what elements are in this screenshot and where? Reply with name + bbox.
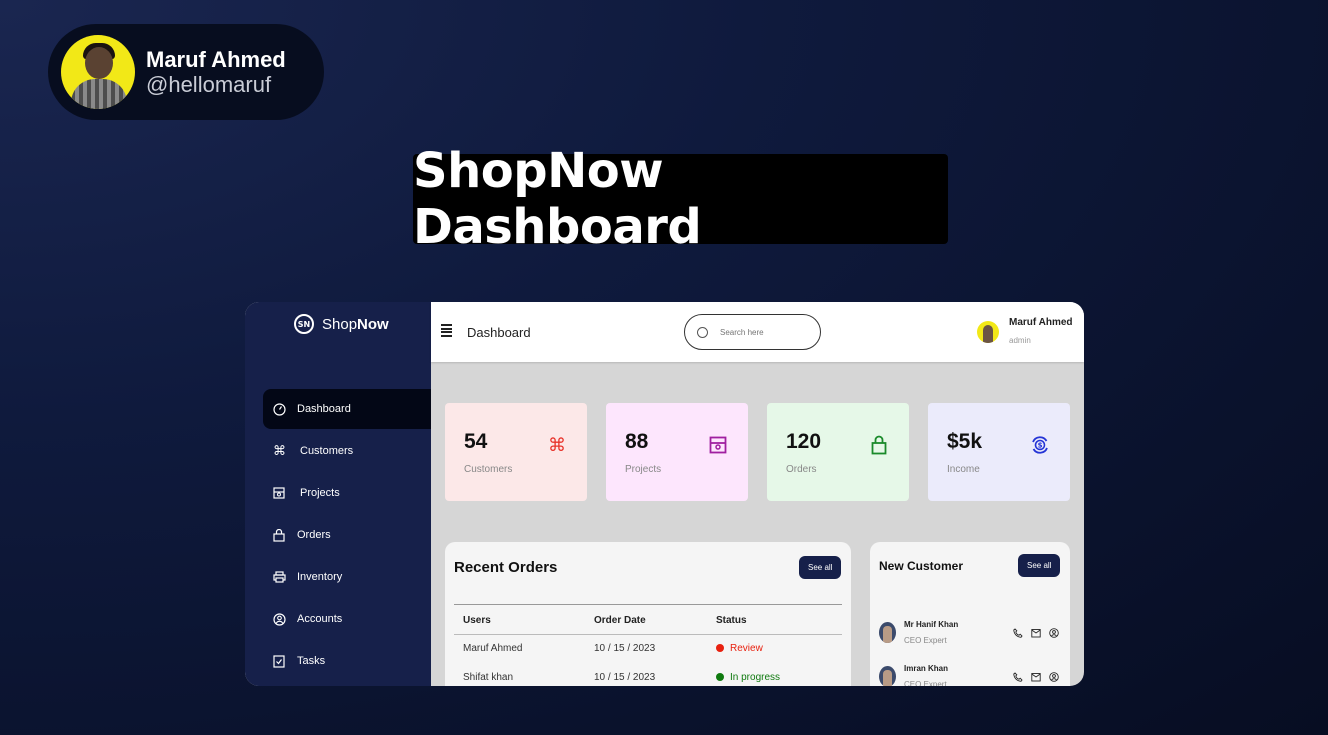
topbar: Dashboard Maruf Ahmed admin — [431, 302, 1084, 362]
user-circle-icon[interactable] — [1049, 672, 1059, 682]
avatar[interactable] — [977, 321, 999, 343]
sidebar-item-customers[interactable]: ⌘ Customers — [263, 431, 431, 471]
table-row[interactable]: Shifat khan 10 / 15 / 2023 In progress — [454, 664, 842, 686]
sidebar-item-tasks[interactable]: Tasks — [263, 641, 431, 681]
command-icon: ⌘ — [548, 434, 566, 456]
status-text: Review — [730, 643, 763, 654]
stat-value: 120 — [786, 430, 822, 453]
customer-name: Mr Hanif Khan — [904, 620, 959, 629]
stat-label: Projects — [625, 464, 662, 475]
search-input[interactable] — [720, 327, 810, 337]
user-circle-icon[interactable] — [1049, 628, 1059, 638]
avatar — [879, 622, 896, 643]
phone-icon[interactable] — [1013, 672, 1023, 682]
project-icon — [708, 434, 728, 456]
status-text: In progress — [730, 672, 781, 683]
bag-icon — [273, 528, 297, 542]
sidebar-item-label: Accounts — [297, 613, 343, 625]
column-header: Order Date — [594, 615, 646, 626]
table-row[interactable]: Maruf Ahmed 10 / 15 / 2023 Review — [454, 635, 842, 663]
sidebar: SN ShopNow Dashboard ⌘ Customers Project… — [245, 302, 431, 686]
brand-mark-icon: SN — [294, 314, 314, 334]
user-role: admin — [1009, 336, 1031, 345]
status-dot — [716, 673, 724, 681]
sidebar-nav: Dashboard ⌘ Customers Projects Orders In… — [263, 389, 431, 683]
search-box[interactable] — [684, 314, 821, 350]
mail-icon[interactable] — [1031, 628, 1041, 638]
hamburger-menu-icon[interactable] — [441, 324, 452, 337]
cell-date: 10 / 15 / 2023 — [594, 643, 656, 654]
sidebar-item-label: Dashboard — [297, 403, 351, 415]
cell-user: Shifat khan — [463, 672, 514, 683]
status-badge: Review — [716, 643, 763, 654]
gauge-icon — [273, 402, 297, 416]
stat-value: 88 — [625, 430, 649, 453]
author-handle: @hellomaruf — [146, 72, 272, 97]
list-item[interactable]: Imran Khan CEO Expert — [879, 664, 1064, 686]
stat-card-customers[interactable]: 54 Customers ⌘ — [445, 403, 587, 501]
stat-label: Income — [947, 464, 980, 475]
sidebar-item-label: Projects — [300, 487, 340, 499]
sidebar-item-accounts[interactable]: Accounts — [263, 599, 431, 639]
sidebar-item-dashboard[interactable]: Dashboard — [263, 389, 431, 429]
brand-suffix: Now — [357, 315, 389, 333]
customer-role: CEO Expert — [904, 680, 947, 686]
stat-label: Customers — [464, 464, 513, 475]
phone-icon[interactable] — [1013, 628, 1023, 638]
search-icon — [697, 326, 708, 338]
panel-title: Recent Orders — [454, 559, 558, 576]
user-circle-icon — [273, 612, 297, 626]
project-icon — [273, 487, 300, 499]
cell-date: 10 / 15 / 2023 — [594, 672, 656, 683]
sidebar-item-orders[interactable]: Orders — [263, 515, 431, 555]
panel-title: New Customer — [879, 559, 964, 573]
column-header: Users — [463, 615, 491, 626]
status-badge: In progress — [716, 672, 780, 683]
user-name: Maruf Ahmed — [1009, 317, 1073, 328]
brand-prefix: Shop — [322, 315, 358, 333]
printer-icon — [273, 571, 297, 583]
sidebar-item-label: Customers — [300, 445, 354, 457]
recent-orders-panel: Recent Orders See all Users Order Date S… — [445, 542, 851, 686]
sidebar-item-label: Inventory — [297, 571, 343, 583]
headline-text: ShopNow Dashboard — [413, 143, 702, 255]
headline-banner: ShopNow Dashboard — [413, 143, 948, 255]
brand-logo[interactable]: SN ShopNow — [294, 314, 389, 334]
author-avatar — [61, 35, 135, 109]
sidebar-item-projects[interactable]: Projects — [263, 473, 431, 513]
new-customer-panel: New Customer See all Mr Hanif Khan CEO E… — [870, 542, 1070, 686]
mail-icon[interactable] — [1031, 672, 1041, 682]
command-icon: ⌘ — [273, 443, 286, 458]
stat-value: $5k — [947, 430, 983, 453]
table-header: Users Order Date Status — [454, 604, 842, 635]
avatar — [879, 666, 896, 686]
sidebar-item-label: Orders — [297, 529, 331, 541]
page-title: Dashboard — [467, 325, 531, 340]
customer-role: CEO Expert — [904, 636, 947, 645]
sidebar-item-label: Tasks — [297, 655, 326, 667]
column-header: Status — [716, 615, 747, 626]
brand-name: ShopNow — [322, 316, 389, 333]
stat-card-income[interactable]: $5k Income $ — [928, 403, 1070, 501]
see-all-orders-button[interactable]: See all — [799, 556, 842, 579]
list-item[interactable]: Mr Hanif Khan CEO Expert — [879, 620, 1064, 660]
cell-user: Maruf Ahmed — [463, 643, 523, 654]
dollar-cycle-icon: $ — [1030, 434, 1050, 456]
author-chip: Maruf Ahmed @hellomaruf — [48, 24, 324, 120]
bag-icon — [869, 434, 889, 456]
author-name: Maruf Ahmed — [146, 46, 286, 72]
checkbox-icon — [273, 654, 297, 668]
stat-label: Orders — [786, 464, 817, 475]
sidebar-item-inventory[interactable]: Inventory — [263, 557, 431, 597]
stat-value: 54 — [464, 430, 488, 453]
stat-card-orders[interactable]: 120 Orders — [767, 403, 909, 501]
dashboard-window: SN ShopNow Dashboard ⌘ Customers Project… — [245, 302, 1084, 686]
customer-name: Imran Khan — [904, 664, 949, 673]
see-all-customers-button[interactable]: See all — [1018, 554, 1061, 577]
svg-text:$: $ — [1038, 442, 1043, 450]
stat-card-projects[interactable]: 88 Projects — [606, 403, 748, 501]
status-dot — [716, 644, 724, 652]
